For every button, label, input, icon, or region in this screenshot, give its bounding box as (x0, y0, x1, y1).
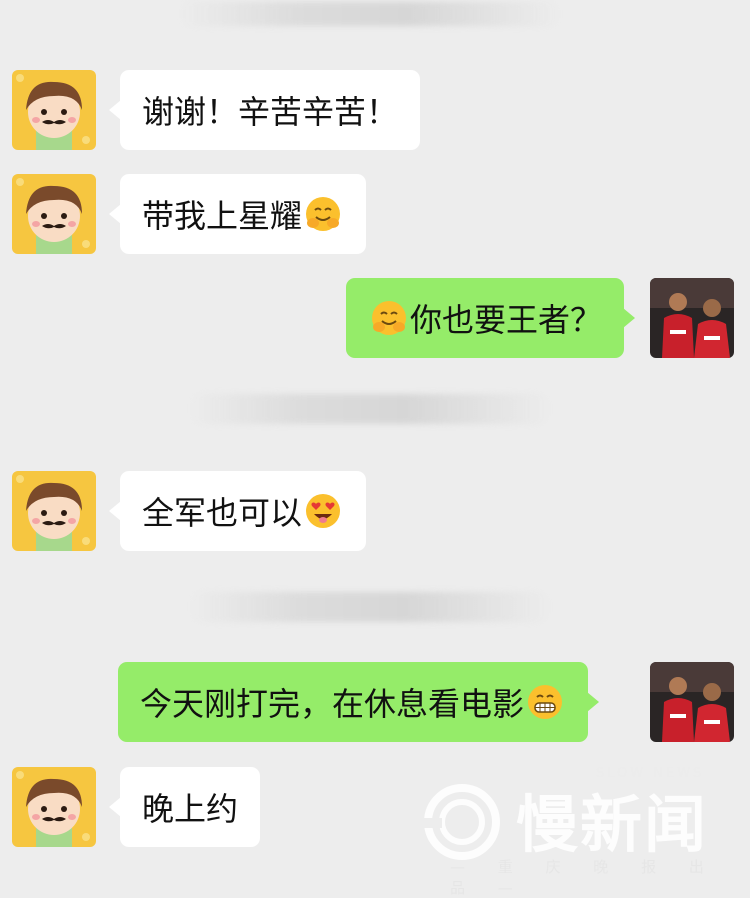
message-bubble-outgoing[interactable]: 你也要王者？ (346, 278, 636, 358)
contact-avatar[interactable] (12, 767, 96, 847)
contact-avatar[interactable] (12, 174, 96, 254)
watermark-title: 慢新闻 (516, 788, 709, 861)
message-bubble-incoming[interactable]: 全军也可以 (108, 471, 367, 551)
watermark-subtitle: — 重 庆 晚 报 出 品 — (450, 858, 718, 897)
message-bubble-incoming[interactable]: 谢谢！辛苦辛苦！ (108, 70, 421, 150)
contact-avatar[interactable] (12, 471, 96, 551)
grimace-emoji (526, 683, 564, 721)
message-bubble-incoming[interactable]: 晚上约 (108, 767, 261, 847)
message-text: 带我上星耀 (142, 197, 303, 235)
user-avatar[interactable] (650, 278, 734, 358)
blurred-timestamp (180, 2, 560, 26)
hug-face-emoji (370, 299, 408, 337)
slow-news-watermark: SLOW NEWS 慢新闻 — 重 庆 晚 报 出 品 — (420, 760, 740, 897)
message-bubble-incoming[interactable]: 带我上星耀 (108, 174, 367, 254)
message-text: 谢谢！辛苦辛苦！ (142, 93, 399, 131)
blurred-timestamp (190, 592, 550, 622)
message-text: 今天刚打完，在休息看电影 (140, 685, 525, 723)
message-text: 全军也可以 (142, 494, 303, 532)
user-avatar[interactable] (650, 662, 734, 742)
heart-eyes-emoji (304, 492, 342, 530)
message-text: 你也要王者？ (410, 301, 603, 339)
contact-avatar[interactable] (12, 70, 96, 150)
hug-face-emoji (304, 195, 342, 233)
message-text: 晚上约 (142, 790, 239, 828)
blurred-timestamp (190, 394, 550, 424)
slow-news-logo-icon (420, 784, 500, 860)
message-bubble-outgoing[interactable]: 今天刚打完，在休息看电影 (118, 662, 600, 742)
